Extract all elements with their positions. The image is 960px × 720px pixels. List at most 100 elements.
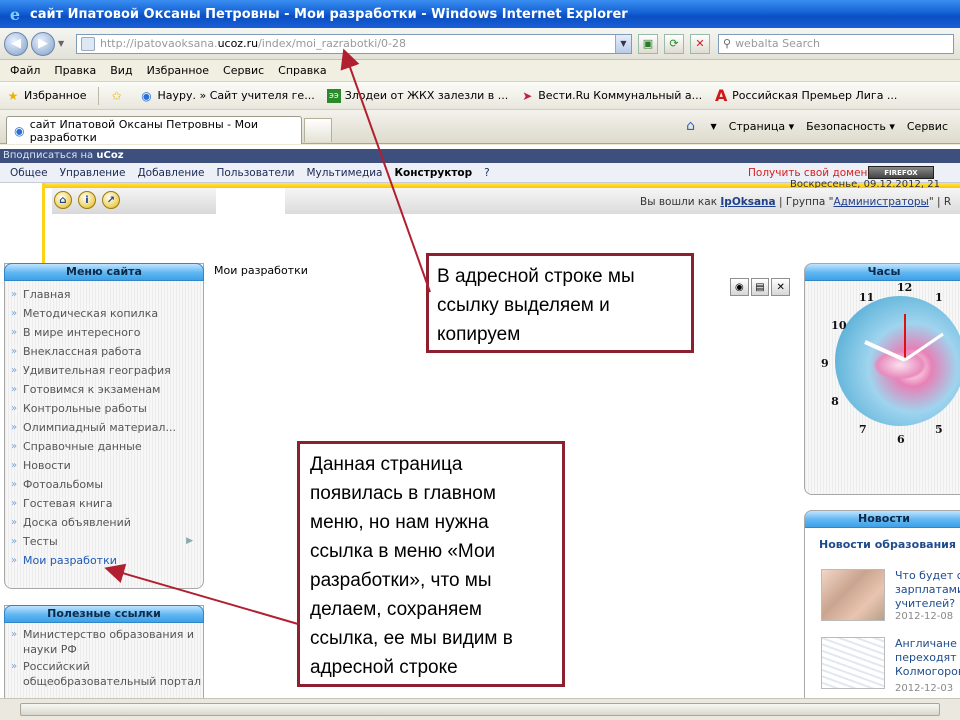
- url-dropdown-button[interactable]: ▼: [615, 34, 631, 53]
- header-side-stripe: [42, 183, 45, 263]
- history-dropdown[interactable]: ▼: [58, 39, 68, 48]
- get-domain-link[interactable]: Получить свой домен: [748, 167, 867, 179]
- site-icon-strip: ⌂ i ↗: [52, 188, 216, 214]
- globe-icon: ◉: [141, 88, 152, 103]
- news-item[interactable]: Что будет с зарплатами учителей? 2012-12…: [819, 569, 960, 629]
- firefox-badge[interactable]: FIREFOX: [868, 166, 934, 179]
- site-menu-title: Меню сайта: [4, 263, 204, 281]
- refresh-button[interactable]: ⟳: [664, 33, 684, 54]
- admin-multimedia[interactable]: Мультимедиа: [306, 167, 382, 179]
- home-dropdown[interactable]: ▼: [711, 122, 717, 131]
- admin-help[interactable]: ?: [484, 167, 490, 179]
- site-menu-list: Главная Методическая копилка В мире инте…: [5, 281, 203, 570]
- menu-tools[interactable]: Сервис: [223, 64, 264, 77]
- menu-item-tests-control[interactable]: Контрольные работы: [11, 399, 203, 418]
- menu-item-board[interactable]: Доска объявлений: [11, 513, 203, 532]
- news-block: Новости Новости образования Что будет с …: [804, 510, 960, 720]
- url-input[interactable]: http://ipatovaoksana. ucoz.ru/index/moi_r…: [76, 33, 632, 54]
- add-favorite-button[interactable]: ✩: [109, 89, 127, 103]
- news-item-title[interactable]: Что будет с зарплатами учителей?: [895, 569, 960, 611]
- news-item[interactable]: Англичане переходят на Колмогорова 2012-…: [819, 637, 960, 697]
- hour-hand: [864, 340, 906, 362]
- menu-item-interesting[interactable]: В мире интересного: [11, 323, 203, 342]
- menu-favorites[interactable]: Избранное: [147, 64, 209, 77]
- command-page[interactable]: Страница ▾: [729, 120, 794, 133]
- stop-button[interactable]: ✕: [690, 33, 710, 54]
- menu-item-news[interactable]: Новости: [11, 456, 203, 475]
- forward-button[interactable]: ▶: [31, 31, 55, 56]
- back-button[interactable]: ◀: [4, 31, 28, 56]
- tab-current[interactable]: ◉ сайт Ипатовой Оксаны Петровны - Мои ра…: [6, 116, 302, 144]
- star-icon: ★: [7, 88, 19, 103]
- menu-item-tests[interactable]: Тесты ▶: [11, 532, 203, 551]
- login-user-link[interactable]: IpOksana: [720, 196, 775, 208]
- menu-item-main[interactable]: Главная: [11, 285, 203, 304]
- scrollbar-thumb[interactable]: [20, 703, 940, 716]
- edit-icon[interactable]: ▤: [750, 278, 770, 296]
- link-ministry[interactable]: Министерство образования и науки РФ: [11, 627, 203, 657]
- login-info: Вы вошли как IpOksana | Группа "Админист…: [640, 196, 951, 208]
- info-icon[interactable]: i: [78, 191, 96, 209]
- menu-item-olympiad[interactable]: Олимпиадный материал...: [11, 418, 203, 437]
- admin-constructor[interactable]: Конструктор: [394, 167, 472, 179]
- url-path: /index/moi_razrabotki/0-28: [258, 37, 407, 50]
- menu-bar: Файл Правка Вид Избранное Сервис Справка: [0, 60, 960, 82]
- menu-item-my-works[interactable]: Мои разработки: [11, 551, 203, 570]
- home-icon[interactable]: ⌂: [54, 191, 72, 209]
- ucoz-promo[interactable]: Вподписаться на: [3, 150, 96, 161]
- admin-general[interactable]: Общее: [10, 167, 48, 179]
- tab-bar: ◉ сайт Ипатовой Оксаны Петровны - Мои ра…: [0, 110, 960, 144]
- divider: [98, 86, 100, 105]
- command-safety[interactable]: Безопасность ▾: [806, 120, 895, 133]
- link-portal[interactable]: Российский общеобразовательный портал: [11, 659, 203, 689]
- useful-links-title: Полезные ссылки: [4, 605, 204, 623]
- favorites-button[interactable]: ★ Избранное: [6, 88, 87, 103]
- site-menu-block: Меню сайта Главная Методическая копилка …: [4, 263, 204, 589]
- favorite-link-2[interactable]: ЭЭ Злодеи от ЖКХ залезли в ...: [326, 88, 508, 103]
- ie-logo-icon: e: [9, 4, 21, 24]
- eye-icon[interactable]: ◉: [730, 278, 749, 296]
- favorite-link-3[interactable]: ➤ Вести.Ru Коммунальный а...: [520, 89, 702, 103]
- arrow-right-icon: ▶: [38, 36, 48, 51]
- horizontal-scrollbar[interactable]: [0, 698, 960, 720]
- menu-help[interactable]: Справка: [278, 64, 326, 77]
- clock-hands: [864, 314, 944, 362]
- news-item-title[interactable]: Англичане переходят на Колмогорова: [895, 637, 960, 679]
- delete-icon[interactable]: ✕: [771, 278, 791, 296]
- ucoz-bar: Вподписаться на uCoz: [0, 149, 960, 163]
- new-tab-button[interactable]: [304, 118, 332, 142]
- tab-title: сайт Ипатовой Оксаны Петровны - Мои разр…: [29, 117, 259, 144]
- minute-hand: [904, 332, 944, 362]
- favorites-label: Избранное: [24, 89, 87, 102]
- compat-button[interactable]: ▣: [638, 33, 658, 54]
- login-group-link[interactable]: Администраторы: [833, 196, 928, 208]
- arrow-left-icon: ◀: [11, 36, 21, 51]
- command-tools[interactable]: Сервис: [907, 120, 948, 133]
- login-suffix: " | R: [928, 196, 952, 208]
- favorite-link-1[interactable]: ◉ Науру. » Сайт учителя ге...: [139, 89, 314, 103]
- menu-item-geography[interactable]: Удивительная география: [11, 361, 203, 380]
- favorites-bar: ★ Избранное ✩ ◉ Науру. » Сайт учителя ге…: [0, 82, 960, 110]
- news-item-date: 2012-12-03: [895, 683, 954, 694]
- menu-item-guestbook[interactable]: Гостевая книга: [11, 494, 203, 513]
- news-subtitle[interactable]: Новости образования: [805, 528, 960, 551]
- menu-item-methodical[interactable]: Методическая копилка: [11, 304, 203, 323]
- annotation-line: Данная страница: [310, 454, 463, 475]
- menu-item-exams[interactable]: Готовимся к экзаменам: [11, 380, 203, 399]
- ucoz-brand[interactable]: uCoz: [96, 150, 123, 161]
- news-thumbnail-money: [821, 569, 885, 621]
- admin-users[interactable]: Пользователи: [216, 167, 294, 179]
- menu-view[interactable]: Вид: [110, 64, 132, 77]
- admin-add[interactable]: Добавление: [137, 167, 204, 179]
- menu-item-reference[interactable]: Справочные данные: [11, 437, 203, 456]
- menu-item-photos[interactable]: Фотоальбомы: [11, 475, 203, 494]
- favorite-link-4[interactable]: A Российская Премьер Лига ...: [714, 86, 897, 105]
- admin-manage[interactable]: Управление: [60, 167, 126, 179]
- home-icon[interactable]: ⌂: [683, 118, 699, 134]
- menu-item-extracurricular[interactable]: Внеклассная работа: [11, 342, 203, 361]
- menu-file[interactable]: Файл: [10, 64, 40, 77]
- menu-edit[interactable]: Правка: [54, 64, 96, 77]
- window-titlebar: e сайт Ипатовой Оксаны Петровны - Мои ра…: [0, 0, 960, 28]
- search-input[interactable]: ⚲ webalta Search: [718, 33, 954, 54]
- rss-icon[interactable]: ↗: [102, 191, 120, 209]
